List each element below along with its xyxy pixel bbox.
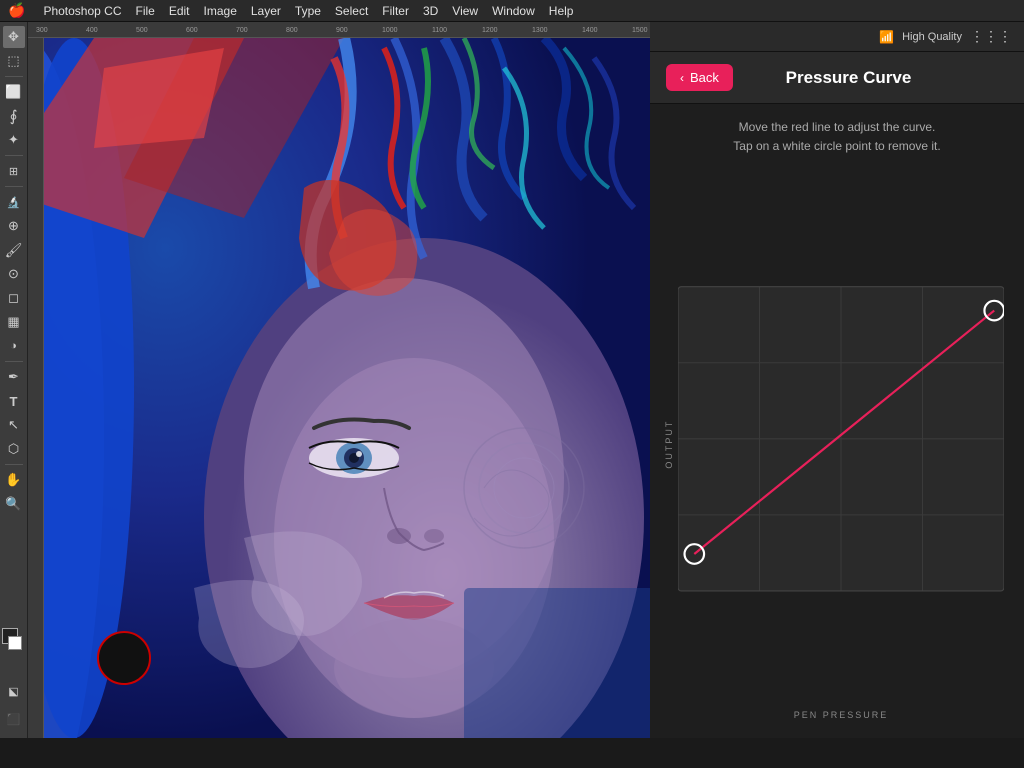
tools-panel: ✥ ⬚ ⬜ ∮ ✦ ⊞ 🔬 ⊕ 🖌 ⊙ ◻ ▦ ◑ ✒ T ↖ ⬡ ✋ 🔍 ⬕ … (0, 22, 28, 738)
svg-text:1200: 1200 (482, 27, 498, 34)
menu-bar: 🍎 Photoshop CC File Edit Image Layer Typ… (0, 0, 1024, 22)
background-swatch[interactable] (8, 636, 22, 650)
wifi-icon: 📶 (879, 30, 894, 44)
menu-filter[interactable]: Filter (382, 4, 409, 18)
crop-tool[interactable]: ⊞ (3, 160, 25, 182)
chevron-left-icon: ‹ (680, 71, 684, 85)
instruction-line-2: Tap on a white circle point to remove it… (670, 137, 1004, 156)
more-options-icon[interactable]: ⋮⋮⋮ (970, 28, 1012, 45)
menu-type[interactable]: Type (295, 4, 321, 18)
quality-label: High Quality (902, 31, 962, 43)
menu-image[interactable]: Image (204, 4, 237, 18)
menu-view[interactable]: View (452, 4, 478, 18)
svg-text:700: 700 (236, 27, 248, 34)
svg-text:1400: 1400 (582, 27, 598, 34)
instructions-area: Move the red line to adjust the curve. T… (650, 104, 1024, 170)
menu-3d[interactable]: 3D (423, 4, 438, 18)
ruler-vertical (28, 38, 44, 738)
instruction-line-1: Move the red line to adjust the curve. (670, 118, 1004, 137)
path-tool[interactable]: ↖ (3, 414, 25, 436)
svg-text:400: 400 (86, 27, 98, 34)
ruler-horizontal: 300 400 500 600 700 800 900 1000 1100 12… (28, 22, 650, 38)
quick-mask-tool[interactable]: ⬕ (3, 680, 25, 702)
lasso-tool[interactable]: ∮ (3, 105, 25, 127)
pressure-curve-graph[interactable]: PEN PRESSURE (678, 180, 1004, 698)
curve-svg[interactable] (678, 180, 1004, 698)
svg-text:800: 800 (286, 27, 298, 34)
svg-text:1100: 1100 (432, 27, 447, 34)
brush-tool[interactable]: 🖌 (3, 239, 25, 261)
gradient-tool[interactable]: ▦ (3, 311, 25, 333)
svg-text:600: 600 (186, 27, 198, 34)
menu-help[interactable]: Help (549, 4, 574, 18)
eraser-tool[interactable]: ◻ (3, 287, 25, 309)
artwork-canvas[interactable] (44, 38, 650, 738)
shape-tool[interactable]: ⬡ (3, 438, 25, 460)
curve-container: OUTPUT (650, 170, 1024, 738)
pen-tool[interactable]: ✒ (3, 366, 25, 388)
tool-separator-5 (5, 464, 23, 465)
svg-text:300: 300 (36, 27, 48, 34)
tool-separator-3 (5, 186, 23, 187)
menu-edit[interactable]: Edit (169, 4, 190, 18)
svg-text:1000: 1000 (382, 27, 398, 34)
hand-tool[interactable]: ✋ (3, 469, 25, 491)
tool-separator-1 (5, 76, 23, 77)
text-tool[interactable]: T (3, 390, 25, 412)
move-tool[interactable]: ✥ (3, 26, 25, 48)
pen-pressure-label: PEN PRESSURE (794, 710, 889, 720)
menu-select[interactable]: Select (335, 4, 368, 18)
panel-title: Pressure Curve (749, 68, 1008, 88)
svg-text:500: 500 (136, 27, 148, 34)
zoom-tool[interactable]: 🔍 (3, 493, 25, 515)
canvas-area: ‹ 10 › Mode: Normal Opacity: ⊙ Flow: ⌀ ~… (28, 22, 650, 738)
back-button-label: Back (690, 70, 719, 85)
menu-app-name[interactable]: Photoshop CC (43, 4, 121, 18)
main-layout: ✥ ⬚ ⬜ ∮ ✦ ⊞ 🔬 ⊕ 🖌 ⊙ ◻ ▦ ◑ ✒ T ↖ ⬡ ✋ 🔍 ⬕ … (0, 22, 1024, 738)
panel-header: ‹ Back Pressure Curve (650, 52, 1024, 104)
magic-wand-tool[interactable]: ✦ (3, 129, 25, 151)
tool-separator-2 (5, 155, 23, 156)
healing-tool[interactable]: ⊕ (3, 215, 25, 237)
clone-tool[interactable]: ⊙ (3, 263, 25, 285)
dodge-tool[interactable]: ◑ (3, 335, 25, 357)
status-bar: 📶 High Quality ⋮⋮⋮ (650, 22, 1024, 52)
marquee-tool[interactable]: ⬜ (3, 81, 25, 103)
svg-text:900: 900 (336, 27, 348, 34)
screen-mode-tool[interactable]: ⬛ (3, 708, 25, 730)
menu-file[interactable]: File (135, 4, 154, 18)
menu-layer[interactable]: Layer (251, 4, 281, 18)
svg-text:1500: 1500 (632, 27, 648, 34)
eyedropper-tool[interactable]: 🔬 (3, 191, 25, 213)
menu-window[interactable]: Window (492, 4, 535, 18)
svg-text:1300: 1300 (532, 27, 548, 34)
back-button[interactable]: ‹ Back (666, 64, 733, 91)
apple-menu[interactable]: 🍎 (8, 2, 25, 19)
tool-separator-4 (5, 361, 23, 362)
right-panel: 📶 High Quality ⋮⋮⋮ ‹ Back Pressure Curve… (650, 22, 1024, 738)
artboard-tool[interactable]: ⬚ (3, 50, 25, 72)
output-axis-label: OUTPUT (660, 190, 678, 698)
